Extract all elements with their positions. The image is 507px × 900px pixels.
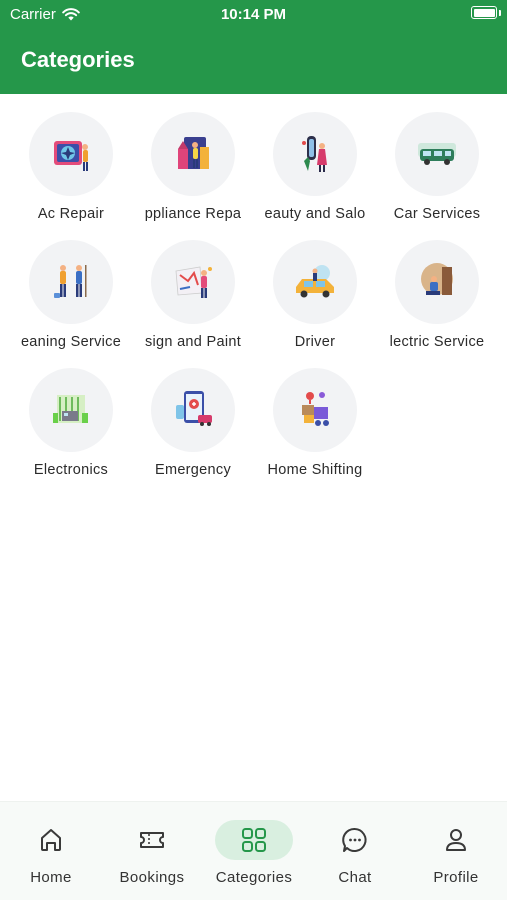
status-time: 10:14 PM <box>220 6 287 23</box>
category-cleaning-service[interactable]: eaning Service <box>10 240 132 358</box>
category-home-shifting[interactable]: Home Shifting <box>254 368 376 486</box>
category-label: Emergency <box>154 462 232 478</box>
category-label: eauty and Salo <box>264 206 366 222</box>
category-electronics[interactable]: Electronics <box>10 368 132 486</box>
category-driver[interactable]: Driver <box>254 240 376 358</box>
appliance-repair-icon <box>178 137 209 169</box>
ac-repair-icon <box>54 141 88 171</box>
category-beauty-salon[interactable]: eauty and Salo <box>254 112 376 230</box>
battery-tip <box>499 10 501 16</box>
nav-icon-wrap <box>417 820 495 860</box>
status-bar: Carrier 10:14 PM <box>0 0 507 28</box>
category-circle <box>151 240 235 324</box>
category-label: Driver <box>294 334 336 350</box>
grid-icon <box>242 828 266 852</box>
nav-label: Categories <box>215 869 293 886</box>
category-circle <box>273 368 357 452</box>
category-car-services[interactable]: Car Services <box>376 112 498 230</box>
nav-label: Chat <box>338 869 372 886</box>
nav-icon-wrap <box>113 820 191 860</box>
nav-home[interactable]: Home <box>6 820 96 890</box>
nav-bookings[interactable]: Bookings <box>107 820 197 890</box>
category-design-paint[interactable]: sign and Paint <box>132 240 254 358</box>
home-icon <box>41 829 61 851</box>
category-ac-repair[interactable]: Ac Repair <box>10 112 132 230</box>
category-label: Electronics <box>33 462 109 478</box>
nav-chat[interactable]: Chat <box>310 820 400 890</box>
category-circle <box>151 368 235 452</box>
category-label: ppliance Repa <box>144 206 242 222</box>
category-appliance-repair[interactable]: ppliance Repa <box>132 112 254 230</box>
category-label: Ac Repair <box>37 206 105 222</box>
nav-label: Profile <box>433 869 479 886</box>
category-circle <box>395 112 479 196</box>
nav-label: Home <box>30 869 72 886</box>
ticket-icon <box>140 832 164 848</box>
category-electric-service[interactable]: lectric Service <box>376 240 498 358</box>
nav-label: Bookings <box>119 869 185 886</box>
category-label: sign and Paint <box>144 334 242 350</box>
cleaning-service-icon <box>54 265 87 298</box>
app-header: Carrier 10:14 PM Categories <box>0 0 507 94</box>
category-label: eaning Service <box>20 334 122 350</box>
category-circle <box>273 112 357 196</box>
driver-icon <box>296 265 334 298</box>
category-label: lectric Service <box>389 334 485 350</box>
category-circle <box>395 240 479 324</box>
page-title: Categories <box>21 47 135 72</box>
category-label: Car Services <box>393 206 481 222</box>
nav-icon-wrap <box>316 820 394 860</box>
electric-service-icon <box>421 263 453 295</box>
profile-icon <box>446 829 466 851</box>
category-circle <box>29 240 113 324</box>
bottom-nav: Home Bookings Categories Chat Profile <box>0 801 507 900</box>
emergency-icon <box>176 391 212 426</box>
nav-categories[interactable]: Categories <box>209 820 299 890</box>
category-circle <box>151 112 235 196</box>
design-paint-icon <box>175 266 212 298</box>
car-services-icon <box>418 143 456 165</box>
nav-icon-wrap <box>215 820 293 860</box>
category-circle <box>29 112 113 196</box>
nav-icon-wrap <box>12 820 90 860</box>
category-label: Home Shifting <box>267 462 363 478</box>
nav-profile[interactable]: Profile <box>411 820 501 890</box>
category-circle <box>273 240 357 324</box>
beauty-salon-icon <box>302 136 327 172</box>
category-emergency[interactable]: Emergency <box>132 368 254 486</box>
battery-icon <box>471 6 497 19</box>
category-circle <box>29 368 113 452</box>
home-shifting-icon <box>302 392 329 426</box>
electronics-icon <box>53 395 88 423</box>
chat-icon <box>342 827 367 852</box>
